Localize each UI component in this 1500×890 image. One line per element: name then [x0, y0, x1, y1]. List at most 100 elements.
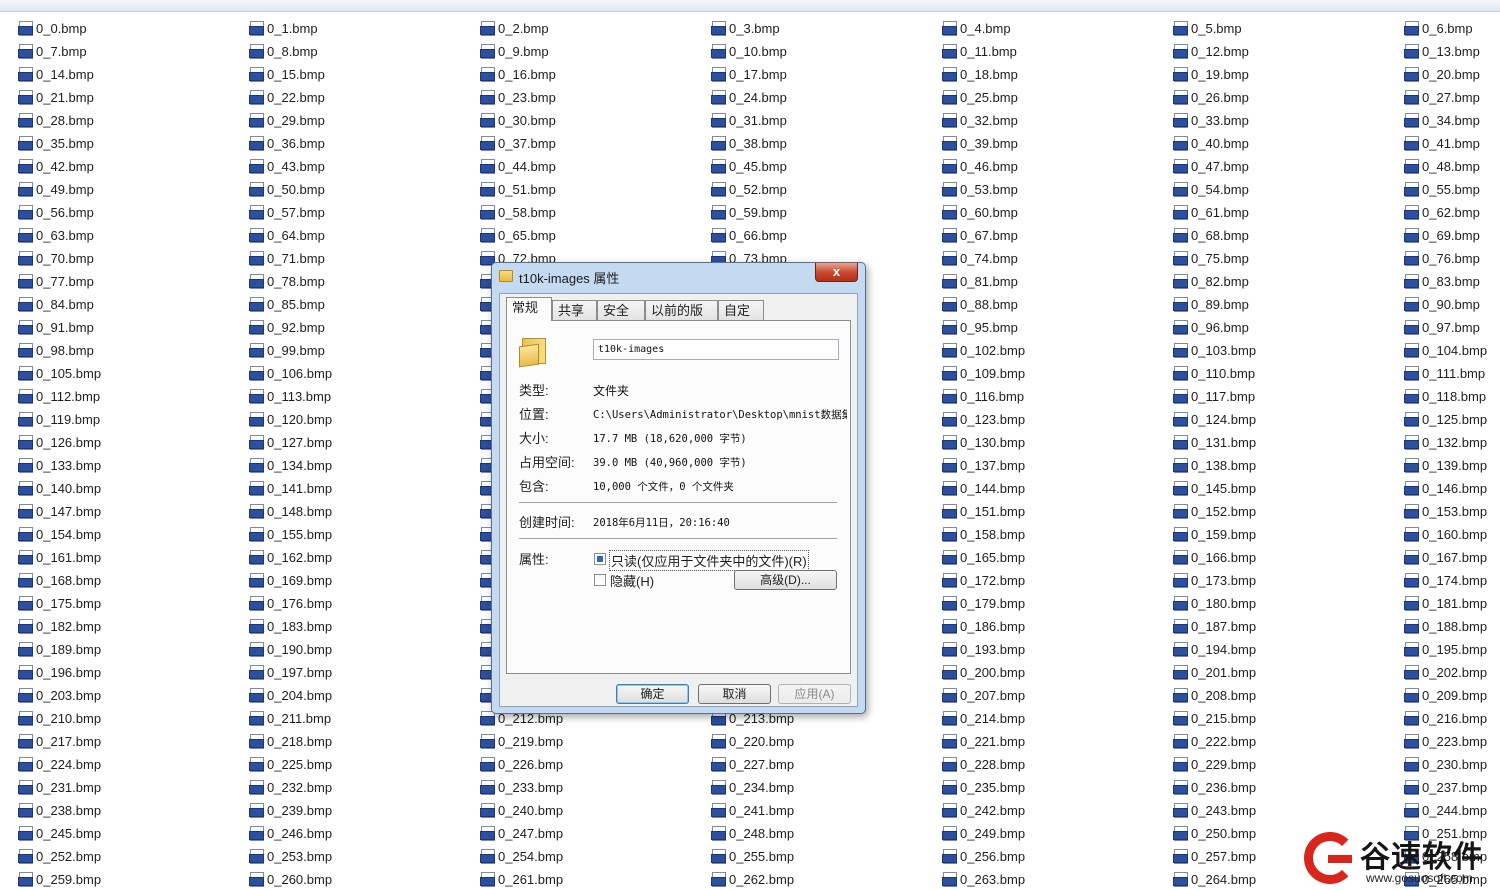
file-item[interactable]: 0_210.bmp	[18, 707, 244, 729]
file-item[interactable]: 0_223.bmp	[1404, 730, 1500, 752]
file-item[interactable]: 0_5.bmp	[1173, 17, 1399, 39]
file-item[interactable]: 0_124.bmp	[1173, 408, 1399, 430]
file-item[interactable]: 0_216.bmp	[1404, 707, 1500, 729]
file-item[interactable]: 0_105.bmp	[18, 362, 244, 384]
file-item[interactable]: 0_253.bmp	[249, 845, 475, 867]
file-item[interactable]: 0_17.bmp	[711, 63, 937, 85]
file-item[interactable]: 0_68.bmp	[1173, 224, 1399, 246]
hidden-checkbox[interactable]	[594, 574, 606, 586]
file-item[interactable]: 0_249.bmp	[942, 822, 1168, 844]
file-item[interactable]: 0_211.bmp	[249, 707, 475, 729]
file-item[interactable]: 0_209.bmp	[1404, 684, 1500, 706]
file-item[interactable]: 0_76.bmp	[1404, 247, 1500, 269]
file-item[interactable]: 0_227.bmp	[711, 753, 937, 775]
file-item[interactable]: 0_88.bmp	[942, 293, 1168, 315]
file-item[interactable]: 0_197.bmp	[249, 661, 475, 683]
file-item[interactable]: 0_104.bmp	[1404, 339, 1500, 361]
file-item[interactable]: 0_120.bmp	[249, 408, 475, 430]
file-item[interactable]: 0_64.bmp	[249, 224, 475, 246]
file-item[interactable]: 0_224.bmp	[18, 753, 244, 775]
file-item[interactable]: 0_36.bmp	[249, 132, 475, 154]
file-item[interactable]: 0_220.bmp	[711, 730, 937, 752]
file-item[interactable]: 0_46.bmp	[942, 155, 1168, 177]
file-item[interactable]: 0_22.bmp	[249, 86, 475, 108]
file-item[interactable]: 0_60.bmp	[942, 201, 1168, 223]
file-item[interactable]: 0_169.bmp	[249, 569, 475, 591]
file-item[interactable]: 0_78.bmp	[249, 270, 475, 292]
file-item[interactable]: 0_234.bmp	[711, 776, 937, 798]
file-item[interactable]: 0_160.bmp	[1404, 523, 1500, 545]
file-item[interactable]: 0_262.bmp	[711, 868, 937, 890]
file-item[interactable]: 0_96.bmp	[1173, 316, 1399, 338]
file-item[interactable]: 0_182.bmp	[18, 615, 244, 637]
file-item[interactable]: 0_71.bmp	[249, 247, 475, 269]
file-item[interactable]: 0_138.bmp	[1173, 454, 1399, 476]
file-item[interactable]: 0_134.bmp	[249, 454, 475, 476]
file-item[interactable]: 0_172.bmp	[942, 569, 1168, 591]
file-item[interactable]: 0_230.bmp	[1404, 753, 1500, 775]
file-item[interactable]: 0_58.bmp	[480, 201, 706, 223]
file-item[interactable]: 0_261.bmp	[480, 868, 706, 890]
file-item[interactable]: 0_4.bmp	[942, 17, 1168, 39]
file-item[interactable]: 0_40.bmp	[1173, 132, 1399, 154]
file-item[interactable]: 0_85.bmp	[249, 293, 475, 315]
file-item[interactable]: 0_32.bmp	[942, 109, 1168, 131]
file-item[interactable]: 0_54.bmp	[1173, 178, 1399, 200]
file-item[interactable]: 0_35.bmp	[18, 132, 244, 154]
file-item[interactable]: 0_158.bmp	[942, 523, 1168, 545]
file-item[interactable]: 0_65.bmp	[480, 224, 706, 246]
file-item[interactable]: 0_92.bmp	[249, 316, 475, 338]
file-item[interactable]: 0_75.bmp	[1173, 247, 1399, 269]
file-item[interactable]: 0_30.bmp	[480, 109, 706, 131]
tab-security[interactable]: 安全	[597, 300, 645, 320]
file-item[interactable]: 0_248.bmp	[711, 822, 937, 844]
file-item[interactable]: 0_70.bmp	[18, 247, 244, 269]
file-item[interactable]: 0_23.bmp	[480, 86, 706, 108]
file-item[interactable]: 0_155.bmp	[249, 523, 475, 545]
apply-button[interactable]: 应用(A)	[778, 684, 851, 704]
file-item[interactable]: 0_232.bmp	[249, 776, 475, 798]
file-item[interactable]: 0_126.bmp	[18, 431, 244, 453]
file-item[interactable]: 0_130.bmp	[942, 431, 1168, 453]
file-item[interactable]: 0_12.bmp	[1173, 40, 1399, 62]
file-item[interactable]: 0_161.bmp	[18, 546, 244, 568]
tab-previous-versions[interactable]: 以前的版本	[645, 300, 718, 338]
file-item[interactable]: 0_63.bmp	[18, 224, 244, 246]
file-item[interactable]: 0_9.bmp	[480, 40, 706, 62]
file-item[interactable]: 0_125.bmp	[1404, 408, 1500, 430]
close-button[interactable]: x	[815, 263, 858, 282]
hidden-label[interactable]: 隐藏(H)	[610, 571, 654, 590]
cancel-button[interactable]: 取消	[698, 684, 771, 704]
file-item[interactable]: 0_201.bmp	[1173, 661, 1399, 683]
file-item[interactable]: 0_152.bmp	[1173, 500, 1399, 522]
file-item[interactable]: 0_45.bmp	[711, 155, 937, 177]
file-item[interactable]: 0_215.bmp	[1173, 707, 1399, 729]
file-item[interactable]: 0_237.bmp	[1404, 776, 1500, 798]
file-item[interactable]: 0_139.bmp	[1404, 454, 1500, 476]
file-item[interactable]: 0_204.bmp	[249, 684, 475, 706]
file-item[interactable]: 0_183.bmp	[249, 615, 475, 637]
file-item[interactable]: 0_119.bmp	[18, 408, 244, 430]
file-item[interactable]: 0_98.bmp	[18, 339, 244, 361]
file-item[interactable]: 0_26.bmp	[1173, 86, 1399, 108]
file-item[interactable]: 0_217.bmp	[18, 730, 244, 752]
file-item[interactable]: 0_21.bmp	[18, 86, 244, 108]
file-item[interactable]: 0_225.bmp	[249, 753, 475, 775]
file-item[interactable]: 0_254.bmp	[480, 845, 706, 867]
file-item[interactable]: 0_84.bmp	[18, 293, 244, 315]
file-item[interactable]: 0_195.bmp	[1404, 638, 1500, 660]
file-item[interactable]: 0_263.bmp	[942, 868, 1168, 890]
file-item[interactable]: 0_50.bmp	[249, 178, 475, 200]
file-item[interactable]: 0_11.bmp	[942, 40, 1168, 62]
file-item[interactable]: 0_239.bmp	[249, 799, 475, 821]
file-item[interactable]: 0_214.bmp	[942, 707, 1168, 729]
file-item[interactable]: 0_13.bmp	[1404, 40, 1500, 62]
file-item[interactable]: 0_91.bmp	[18, 316, 244, 338]
file-item[interactable]: 0_39.bmp	[942, 132, 1168, 154]
file-item[interactable]: 0_1.bmp	[249, 17, 475, 39]
file-item[interactable]: 0_90.bmp	[1404, 293, 1500, 315]
file-item[interactable]: 0_69.bmp	[1404, 224, 1500, 246]
file-item[interactable]: 0_95.bmp	[942, 316, 1168, 338]
file-item[interactable]: 0_162.bmp	[249, 546, 475, 568]
file-item[interactable]: 0_145.bmp	[1173, 477, 1399, 499]
